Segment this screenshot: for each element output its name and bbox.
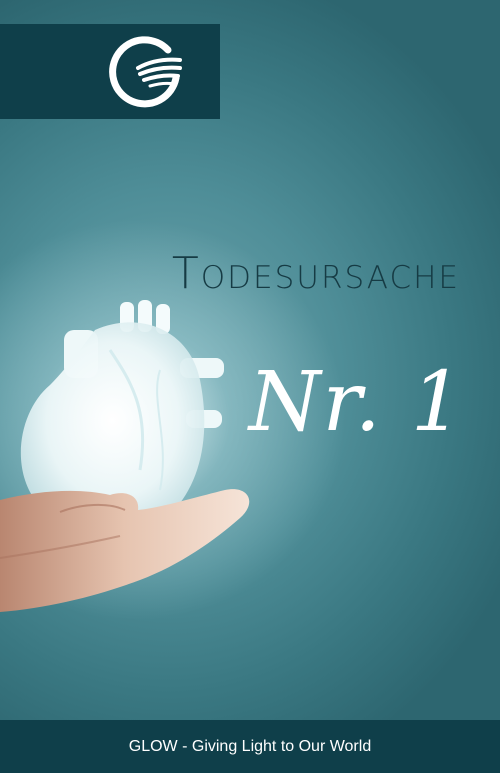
footer-bar: GLOW - Giving Light to Our World — [0, 720, 500, 773]
footer-text: GLOW - Giving Light to Our World — [128, 737, 372, 755]
hand-icon — [0, 489, 250, 612]
logo-box — [0, 24, 220, 119]
glow-logo-icon — [109, 36, 182, 108]
hand-holding-heart-illustration — [0, 300, 250, 612]
